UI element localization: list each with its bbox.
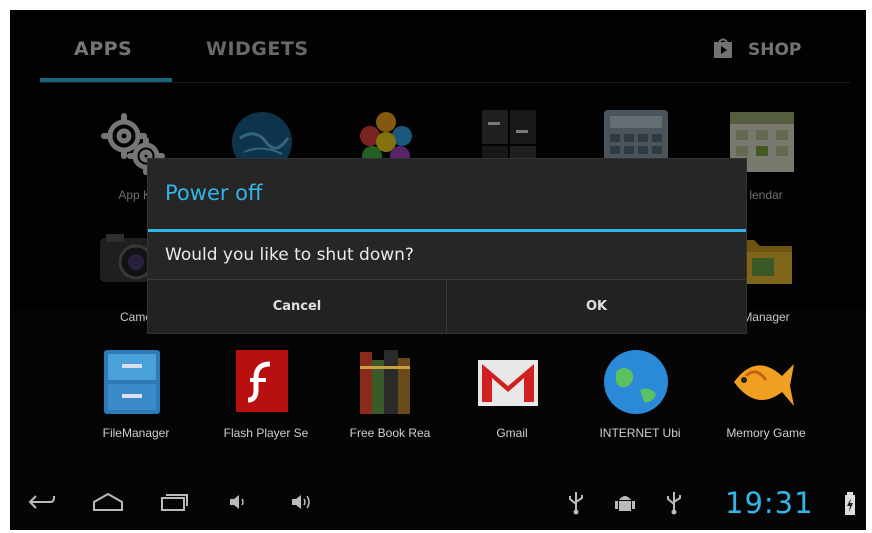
ok-button[interactable]: OK (447, 280, 746, 333)
shop-button[interactable]: SHOP (712, 38, 801, 62)
flash-icon (226, 346, 298, 418)
dialog-message: Would you like to shut down? (165, 245, 414, 265)
dialog-title: Power off (165, 181, 263, 205)
fish-icon (726, 346, 798, 418)
dialog-button-bar: Cancel OK (148, 279, 746, 333)
app-label: INTERNET Ubi (599, 426, 681, 440)
cancel-button[interactable]: Cancel (148, 280, 447, 333)
android-debug-icon (614, 490, 636, 520)
app-drawer-tabs: APPS WIDGETS SHOP (10, 10, 866, 86)
usb-icon (566, 490, 586, 520)
tab-widgets[interactable]: WIDGETS (206, 38, 309, 60)
battery-charging-icon (844, 492, 858, 520)
app-item[interactable]: Memory Game (696, 346, 816, 456)
app-item[interactable]: FileManager (66, 346, 186, 456)
home-icon[interactable] (90, 490, 126, 518)
recent-apps-icon[interactable] (158, 490, 190, 518)
shop-bag-icon (712, 37, 734, 63)
tab-divider (40, 82, 850, 83)
app-label: FileManager (102, 426, 170, 440)
app-item[interactable]: INTERNET Ubi (570, 346, 690, 456)
app-label: Flash Player Se (223, 426, 309, 440)
earth-icon (600, 346, 672, 418)
shop-label: SHOP (748, 40, 802, 60)
app-item[interactable]: Gmail (442, 346, 562, 456)
app-label: Gmail (496, 426, 528, 440)
volume-down-icon[interactable] (226, 490, 250, 518)
usb-icon (664, 490, 684, 520)
volume-up-icon[interactable] (288, 490, 316, 518)
status-clock: 19:31 (725, 486, 814, 520)
app-label: Free Book Rea (349, 426, 431, 440)
books-icon (350, 346, 422, 418)
tab-apps[interactable]: APPS (74, 38, 132, 60)
android-screen: APPS WIDGETS SHOP App Ki lendar Came Man… (10, 10, 866, 530)
dialog-title-divider (148, 229, 746, 232)
app-item[interactable]: Flash Player Se (196, 346, 316, 456)
app-label: Memory Game (726, 426, 806, 440)
app-item[interactable]: Free Book Rea (320, 346, 440, 456)
file-cabinet-icon (96, 346, 168, 418)
system-bar: 19:31 (10, 480, 866, 530)
power-off-dialog: Power off Would you like to shut down? C… (147, 158, 747, 334)
gmail-icon (472, 346, 544, 418)
back-icon[interactable] (26, 490, 58, 518)
